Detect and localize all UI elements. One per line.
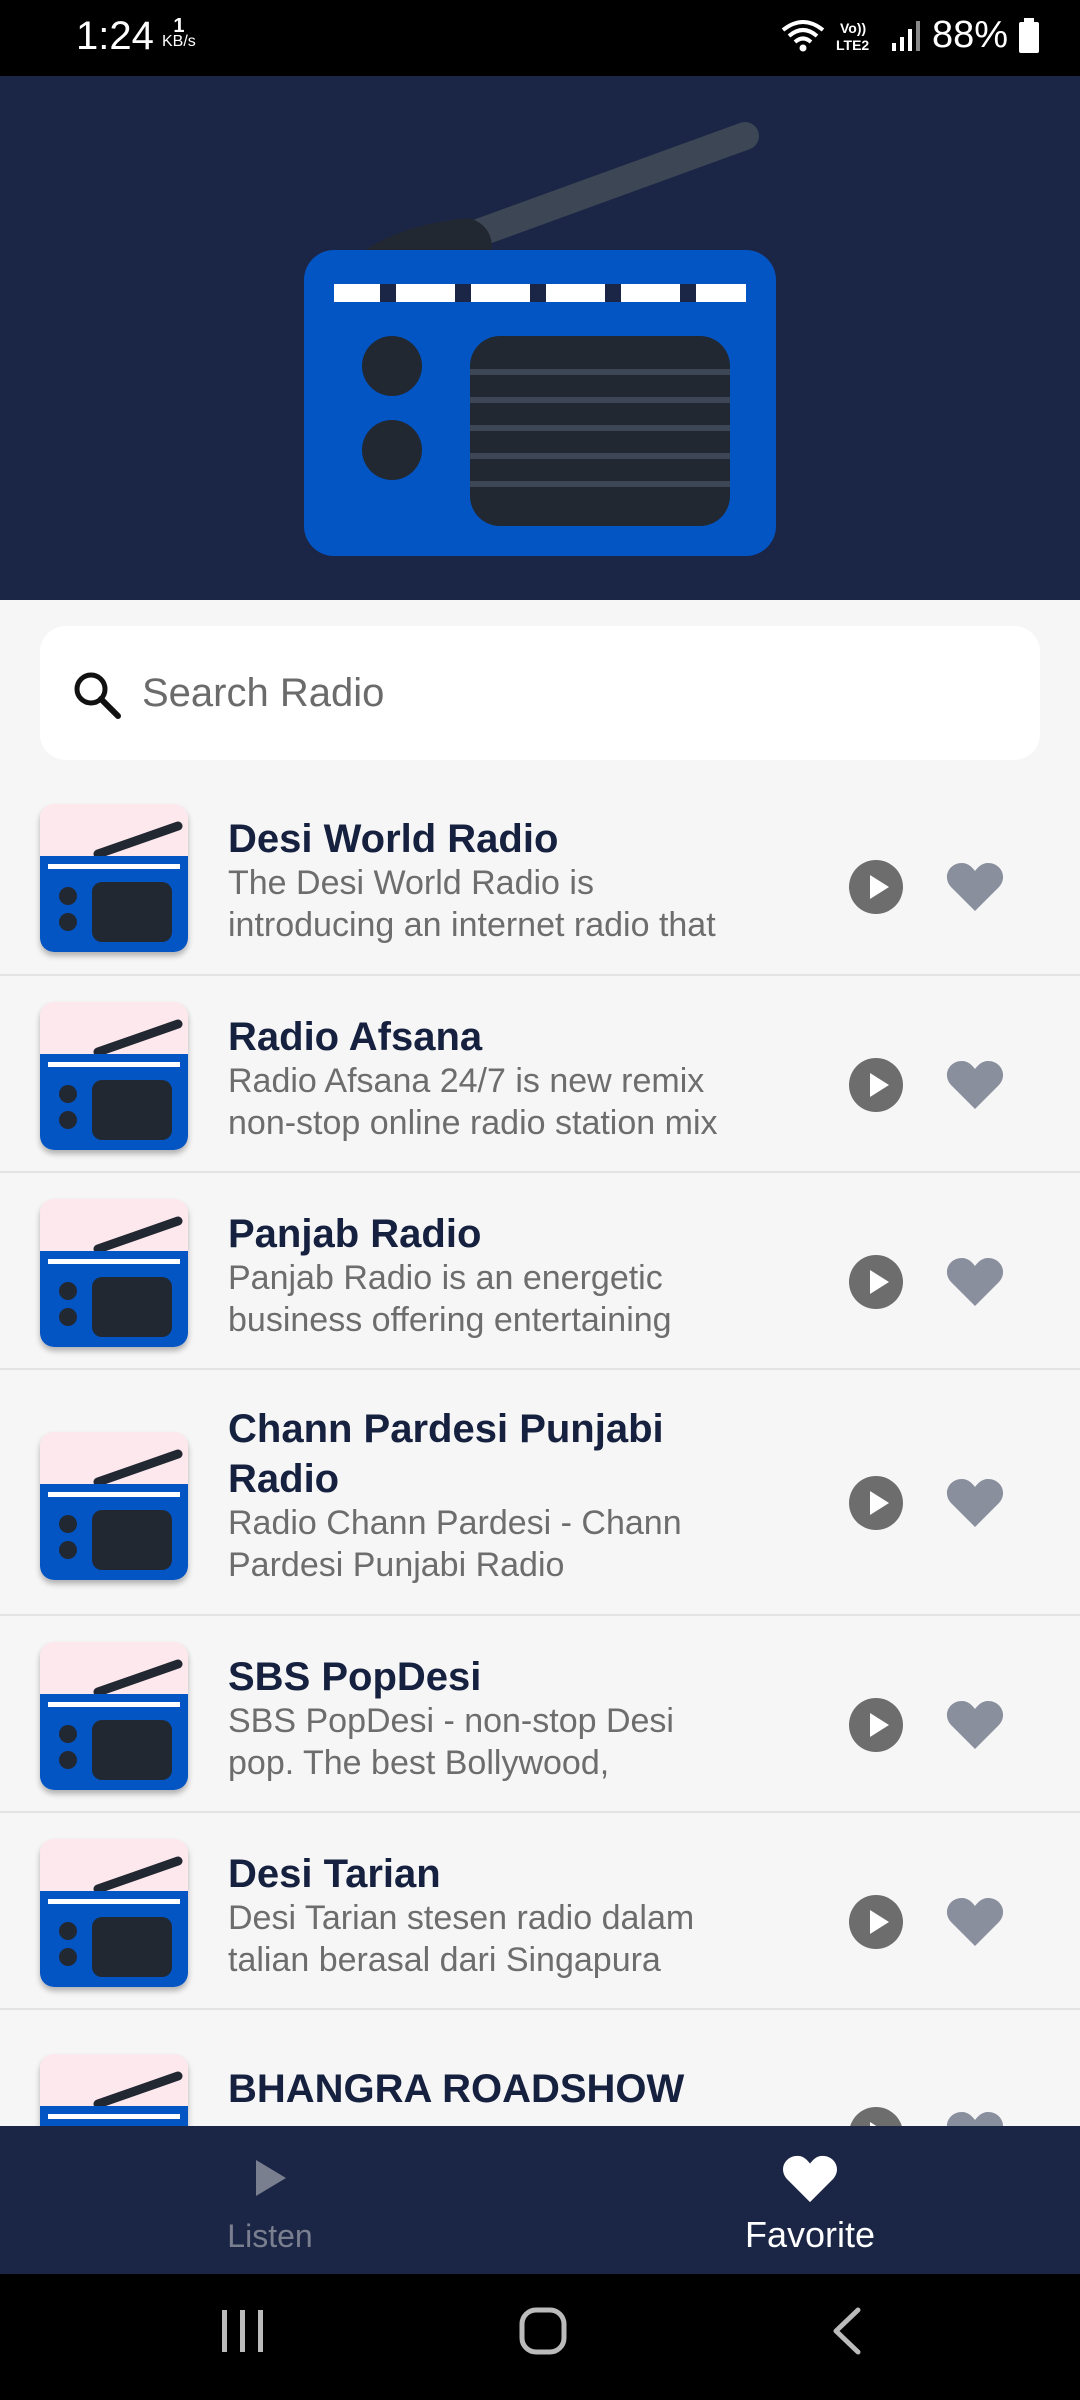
station-title: Desi World Radio: [228, 817, 559, 861]
play-circle-icon[interactable]: [848, 1475, 904, 1531]
station-title: BHANGRA ROADSHOW: [228, 2067, 685, 2111]
status-time: 1:24: [76, 14, 154, 58]
play-circle-icon[interactable]: [848, 1254, 904, 1310]
station-title: Chann Pardesi Punjabi Radio: [228, 1404, 748, 1504]
status-icons: Vo)) LTE2 88%: [780, 14, 1040, 57]
heart-icon[interactable]: [946, 1699, 1004, 1751]
radio-thumbnail-icon: [40, 1002, 188, 1150]
tab-listen-label: Listen: [227, 2218, 313, 2254]
search-bar[interactable]: [40, 626, 1040, 760]
station-description: Radio Chann Pardesi - Chann Pardesi Punj…: [228, 1502, 788, 1586]
station-title-line: Chann Pardesi Punjabi: [228, 1407, 664, 1451]
battery-icon: [1019, 17, 1039, 53]
heart-icon[interactable]: [946, 1896, 1004, 1948]
radio-illustration-icon: [304, 122, 776, 556]
station-title: Radio Afsana: [228, 1015, 483, 1059]
search-input[interactable]: [142, 664, 1002, 722]
station-row-radio-afsana[interactable]: Radio Afsana Radio Afsana 24/7 is new re…: [0, 976, 1080, 1173]
heart-icon[interactable]: [946, 1059, 1004, 1111]
search-icon: [74, 672, 121, 719]
volte-icon: Vo)) LTE2: [836, 20, 869, 53]
back-icon[interactable]: [828, 2306, 864, 2356]
network-speed: 1 KB/s: [162, 15, 196, 50]
radio-thumbnail-icon: [40, 804, 188, 952]
station-row-desi-world-radio[interactable]: Desi World Radio The Desi World Radio is…: [0, 778, 1080, 976]
heart-icon[interactable]: [946, 861, 1004, 913]
station-description: Desi Tarian stesen radio dalam talian be…: [228, 1897, 788, 1981]
radio-thumbnail-icon: [40, 2054, 188, 2126]
station-description-line: Desi Tarian stesen radio dalam: [228, 1899, 695, 1937]
station-title: Desi Tarian: [228, 1852, 441, 1896]
station-title-line: Radio: [228, 1457, 340, 1501]
svg-text:LTE2: LTE2: [836, 37, 869, 53]
station-description: The Desi World Radio is introducing an i…: [228, 862, 788, 946]
station-row-panjab-radio[interactable]: Panjab Radio Panjab Radio is an energeti…: [0, 1173, 1080, 1370]
heart-icon: [783, 2155, 837, 2203]
radio-thumbnail-icon: [40, 1839, 188, 1987]
station-description-line: non-stop online radio station mix: [228, 1104, 718, 1142]
tab-listen[interactable]: Listen: [0, 2126, 540, 2274]
station-description-line: business offering entertaining: [228, 1301, 672, 1339]
station-row-desi-tarian[interactable]: Desi Tarian Desi Tarian stesen radio dal…: [0, 1813, 1080, 2010]
header-banner: [0, 76, 1080, 600]
tab-favorite-label: Favorite: [744, 2214, 876, 2255]
station-description-line: Radio Afsana 24/7 is new remix: [228, 1062, 705, 1100]
radio-thumbnail-icon: [40, 1199, 188, 1347]
svg-text:Vo)): Vo)): [840, 20, 866, 36]
station-title: SBS PopDesi: [228, 1655, 482, 1699]
battery-percent: 88%: [931, 14, 1008, 56]
heart-icon[interactable]: [946, 2110, 1004, 2126]
station-title: Panjab Radio: [228, 1212, 482, 1256]
play-circle-icon[interactable]: [848, 1894, 904, 1950]
play-circle-icon[interactable]: [848, 2106, 904, 2126]
play-circle-icon[interactable]: [848, 859, 904, 915]
station-description-line: SBS PopDesi - non-stop Desi: [228, 1702, 674, 1740]
station-description-line: pop. The best Bollywood,: [228, 1744, 610, 1782]
station-description: SBS PopDesi - non-stop Desi pop. The bes…: [228, 1700, 788, 1784]
heart-icon[interactable]: [946, 1477, 1004, 1529]
status-bar: 1:24 1 KB/s Vo)) LTE2 88%: [0, 0, 1080, 76]
station-list: Desi World Radio The Desi World Radio is…: [0, 778, 1080, 2126]
home-icon[interactable]: [518, 2306, 568, 2356]
play-circle-icon[interactable]: [848, 1057, 904, 1113]
station-list-area[interactable]: Desi World Radio The Desi World Radio is…: [0, 600, 1080, 2126]
station-description: Radio Afsana 24/7 is new remix non-stop …: [228, 1060, 788, 1144]
play-circle-icon[interactable]: [848, 1697, 904, 1753]
recent-apps-icon[interactable]: [220, 2306, 266, 2356]
station-description-line: Radio Chann Pardesi - Chann: [228, 1504, 682, 1542]
system-navigation-bar: [0, 2274, 1080, 2400]
station-description-line: introducing an internet radio that: [228, 906, 716, 944]
station-row-chann-pardesi[interactable]: Chann Pardesi Punjabi Radio Radio Chann …: [0, 1370, 1080, 1616]
network-speed-value: 1: [173, 15, 185, 37]
tab-favorite[interactable]: Favorite: [540, 2126, 1080, 2274]
network-speed-unit: KB/s: [162, 33, 196, 50]
radio-thumbnail-icon: [40, 1642, 188, 1790]
radio-thumbnail-icon: [40, 1432, 188, 1580]
station-row-bhangra-roadshow[interactable]: BHANGRA ROADSHOW: [0, 2010, 1080, 2126]
wifi-icon: [781, 19, 825, 51]
station-description-line: The Desi World Radio is: [228, 864, 594, 902]
station-description: Panjab Radio is an energetic business of…: [228, 1257, 788, 1341]
station-description-line: Panjab Radio is an energetic: [228, 1259, 663, 1297]
heart-icon[interactable]: [946, 1256, 1004, 1308]
play-icon: [256, 2160, 286, 2196]
station-row-sbs-popdesi[interactable]: SBS PopDesi SBS PopDesi - non-stop Desi …: [0, 1616, 1080, 1813]
station-description-line: Pardesi Punjabi Radio: [228, 1546, 565, 1584]
signal-icon: [891, 20, 920, 51]
bottom-navigation: Listen Favorite: [0, 2126, 1080, 2274]
station-description-line: talian berasal dari Singapura: [228, 1941, 661, 1979]
